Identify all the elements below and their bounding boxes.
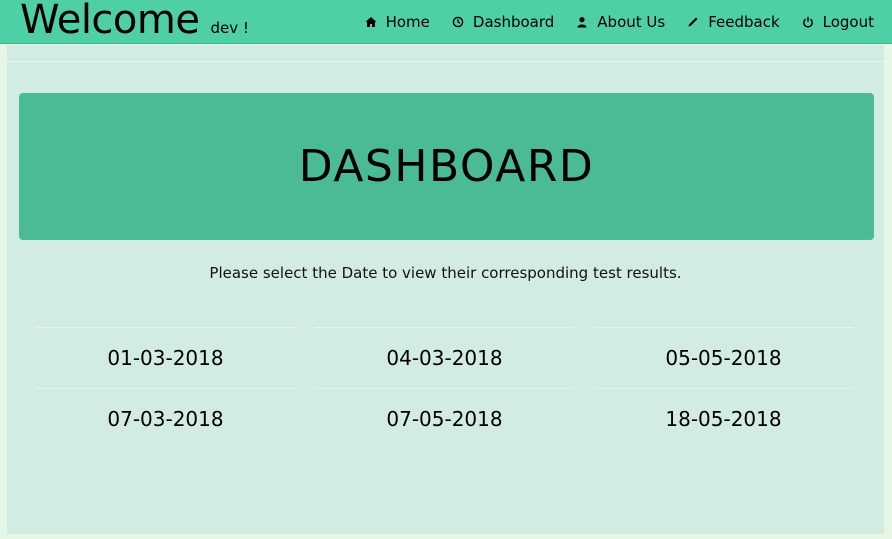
date-link[interactable]: 07-03-2018 bbox=[35, 388, 296, 449]
date-grid: 01-03-2018 04-03-2018 05-05-2018 07-03-2… bbox=[35, 327, 857, 449]
date-link[interactable]: 18-05-2018 bbox=[593, 388, 854, 449]
home-icon bbox=[365, 16, 377, 28]
dashboard-icon bbox=[452, 16, 464, 28]
brand-username: dev ! bbox=[210, 19, 249, 37]
date-link[interactable]: 01-03-2018 bbox=[35, 327, 296, 388]
dashboard-banner: DASHBOARD bbox=[19, 93, 874, 240]
nav-feedback-label: Feedback bbox=[708, 13, 780, 31]
divider bbox=[7, 61, 884, 62]
user-icon bbox=[576, 16, 588, 28]
power-icon bbox=[802, 16, 814, 28]
nav-feedback-link[interactable]: Feedback bbox=[687, 13, 780, 31]
nav-logout-link[interactable]: Logout bbox=[802, 13, 874, 31]
nav-logout-label: Logout bbox=[822, 13, 874, 31]
date-link[interactable]: 04-03-2018 bbox=[314, 327, 575, 388]
instruction-text: Please select the Date to view their cor… bbox=[209, 264, 682, 282]
top-navbar: Welcome dev ! Home Dashboard About Us Fe… bbox=[0, 0, 892, 44]
brand: Welcome dev ! bbox=[20, 0, 249, 44]
nav-about-link[interactable]: About Us bbox=[576, 13, 665, 31]
pencil-icon bbox=[687, 16, 699, 28]
nav-dashboard-label: Dashboard bbox=[472, 13, 555, 31]
nav-home-label: Home bbox=[385, 13, 430, 31]
nav-links: Home Dashboard About Us Feedback Logout bbox=[365, 0, 874, 44]
brand-title: Welcome bbox=[20, 0, 200, 43]
main-panel: DASHBOARD Please select the Date to view… bbox=[7, 45, 884, 534]
date-link[interactable]: 07-05-2018 bbox=[314, 388, 575, 449]
nav-home-link[interactable]: Home bbox=[365, 13, 430, 31]
date-link[interactable]: 05-05-2018 bbox=[593, 327, 854, 388]
nav-dashboard-link[interactable]: Dashboard bbox=[452, 13, 554, 31]
page-title: DASHBOARD bbox=[298, 141, 595, 192]
nav-about-label: About Us bbox=[597, 13, 666, 31]
